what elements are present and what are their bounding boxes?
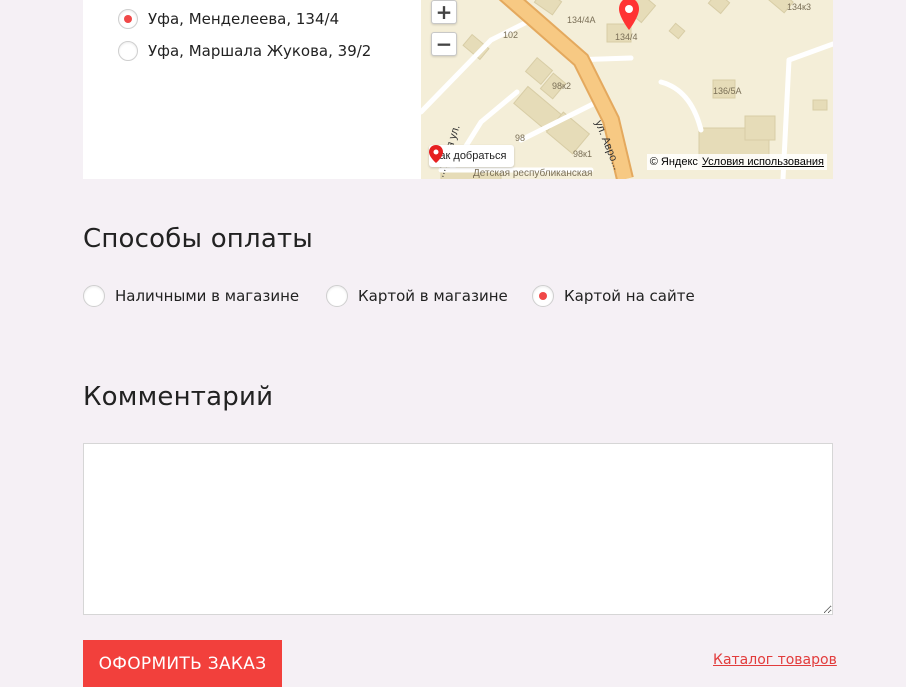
payment-option-label: Наличными в магазине <box>115 287 300 305</box>
map-label: 134/4 <box>615 32 638 42</box>
map-label: 98 <box>515 133 525 143</box>
plus-icon: + <box>435 0 453 24</box>
comment-textarea[interactable] <box>83 443 833 615</box>
map-zoom-out-button[interactable]: − <box>431 32 457 56</box>
payment-option-label: Картой в магазине <box>358 287 508 305</box>
pin-icon <box>429 145 443 163</box>
map-label: 134к3 <box>787 2 811 12</box>
minus-icon: − <box>435 32 453 56</box>
comment-title: Комментарий <box>83 382 274 412</box>
map-label: 102 <box>503 30 518 40</box>
terms-link[interactable]: Условия использования <box>702 156 824 168</box>
store-radio-zhukova[interactable] <box>118 41 138 61</box>
map-copyright: © Яндекс Условия использования <box>646 154 827 170</box>
store-map[interactable]: 102 134/4A 134/4 134к3 98к2 136/5А 98 98… <box>421 0 833 179</box>
map-zoom-in-button[interactable]: + <box>431 0 457 24</box>
store-panel: Уфа, Менделеева, 134/4 Уфа, Маршала Жуко… <box>83 0 833 179</box>
store-list: Уфа, Менделеева, 134/4 Уфа, Маршала Жуко… <box>83 0 421 179</box>
store-option-mendeleeva[interactable]: Уфа, Менделеева, 134/4 <box>118 7 339 31</box>
submit-order-button[interactable]: ОФОРМИТЬ ЗАКАЗ <box>83 640 282 687</box>
map-label: 98к1 <box>573 149 592 159</box>
payment-option-card-online[interactable]: Картой на сайте <box>532 284 695 308</box>
route-button-label: Как добраться <box>433 150 507 162</box>
payment-radio-card-store[interactable] <box>326 285 348 307</box>
store-option-zhukova[interactable]: Уфа, Маршала Жукова, 39/2 <box>118 39 371 63</box>
route-button[interactable]: Как добраться <box>429 145 515 167</box>
catalog-link[interactable]: Каталог товаров <box>713 652 837 668</box>
store-radio-mendeleeva[interactable] <box>118 9 138 29</box>
payment-option-cash[interactable]: Наличными в магазине <box>83 284 299 308</box>
map-label: 136/5А <box>713 86 742 96</box>
payment-title: Способы оплаты <box>83 224 314 254</box>
map-label: 98к2 <box>552 81 571 91</box>
store-option-label: Уфа, Менделеева, 134/4 <box>148 10 340 28</box>
payment-option-label: Картой на сайте <box>564 287 695 305</box>
payment-option-card-store[interactable]: Картой в магазине <box>326 284 508 308</box>
payment-radio-cash[interactable] <box>83 285 105 307</box>
copyright-text: © Яндекс <box>649 156 698 168</box>
map-label: 134/4A <box>567 15 596 25</box>
map-label: Детская республиканская <box>473 167 592 179</box>
payment-radio-card-online[interactable] <box>532 285 554 307</box>
store-option-label: Уфа, Маршала Жукова, 39/2 <box>148 42 372 60</box>
